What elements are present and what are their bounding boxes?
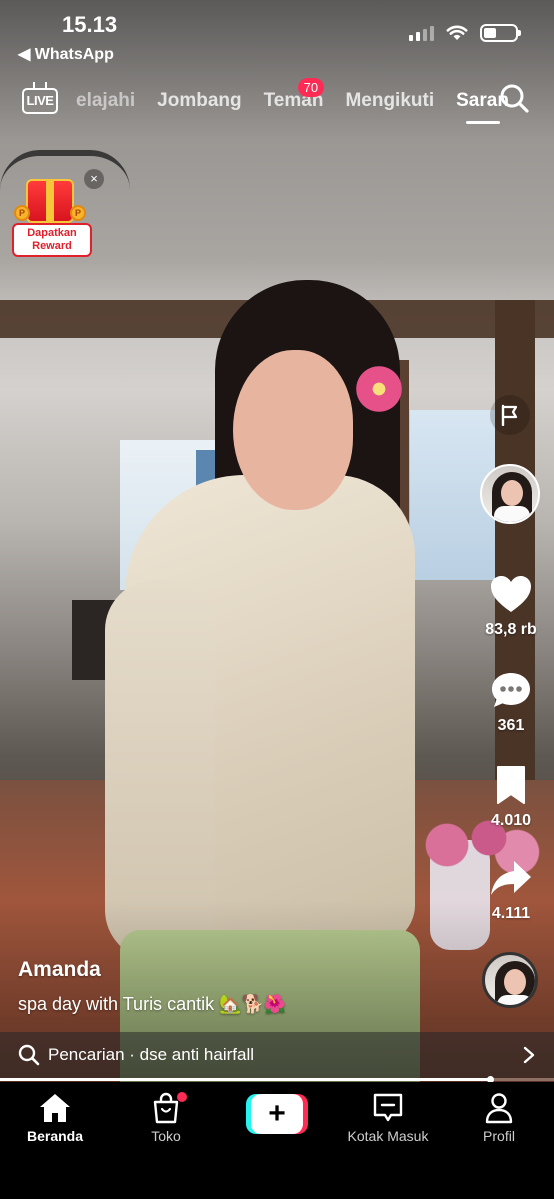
reward-label: Dapatkan Reward xyxy=(12,223,92,257)
share-count: 4.111 xyxy=(491,905,531,922)
search-icon[interactable] xyxy=(498,82,530,114)
inbox-message-icon xyxy=(373,1093,403,1122)
coin-icon: P xyxy=(70,205,86,221)
notification-dot xyxy=(177,1092,187,1102)
related-search-bar[interactable]: Pencarian · dse anti hairfall xyxy=(0,1032,554,1078)
report-flag-button[interactable] xyxy=(490,395,530,435)
coin-icon: P xyxy=(14,205,30,221)
wifi-icon xyxy=(446,25,468,40)
tab-jombang[interactable]: Jombang xyxy=(157,90,241,112)
bookmark-icon xyxy=(497,766,525,804)
bottom-tab-bar: Beranda Toko + Kotak Masuk Profil xyxy=(0,1082,554,1199)
music-disc-avatar[interactable] xyxy=(482,952,538,1008)
tab-inbox[interactable]: Kotak Masuk xyxy=(333,1090,443,1144)
tab-inbox-label: Kotak Masuk xyxy=(347,1128,429,1144)
avatar-body xyxy=(494,506,530,522)
tab-teman[interactable]: Teman 70 xyxy=(264,78,325,112)
cellular-signal-icon xyxy=(409,25,434,41)
home-icon xyxy=(40,1094,70,1122)
plus-icon: + xyxy=(251,1094,303,1134)
profile-icon xyxy=(485,1093,513,1124)
tab-mengikuti[interactable]: Mengikuti xyxy=(345,90,434,112)
tab-profile[interactable]: Profil xyxy=(444,1090,554,1144)
tab-home[interactable]: Beranda xyxy=(0,1090,110,1144)
tab-jelajahi[interactable]: elajahi xyxy=(76,90,135,112)
share-button[interactable]: 4.111 xyxy=(480,858,542,923)
related-search-text: Pencarian · dse anti hairfall xyxy=(48,1045,255,1064)
reward-widget[interactable]: P P Dapatkan Reward × xyxy=(8,169,104,259)
tab-label: Jombang xyxy=(157,90,242,111)
live-icon: LIVE xyxy=(22,88,58,114)
tab-shop-label: Toko xyxy=(151,1128,181,1144)
bookmark-count: 4.010 xyxy=(490,812,532,829)
post-caption[interactable]: spa day with Turis cantik 🏡🐕🌺 xyxy=(18,994,286,1015)
subject-hair-flower xyxy=(350,360,408,418)
reward-label-line1: Dapatkan xyxy=(27,227,77,239)
top-nav-tabs: elajahi Jombang Teman 70 Mengikuti Saran xyxy=(76,78,509,116)
subject-face xyxy=(233,350,353,510)
status-time: 15.13 xyxy=(62,12,118,37)
tab-shop[interactable]: Toko xyxy=(111,1090,221,1144)
heart-icon xyxy=(491,576,531,612)
comment-button[interactable]: 361 xyxy=(480,670,542,735)
create-post-button[interactable]: + xyxy=(246,1094,308,1134)
gift-icon xyxy=(26,179,74,223)
search-icon xyxy=(18,1044,40,1066)
live-button[interactable]: LIVE xyxy=(22,82,58,114)
video-progress-bar[interactable] xyxy=(0,1076,554,1083)
close-icon[interactable]: × xyxy=(84,169,104,189)
reward-label-line2: Reward xyxy=(32,240,72,252)
video-progress-fill xyxy=(0,1078,491,1081)
back-to-app-link[interactable]: ◀ WhatsApp xyxy=(18,44,114,64)
bookmark-button[interactable]: 4.010 xyxy=(480,765,542,830)
tab-label: elajahi xyxy=(76,90,136,111)
comment-count: 361 xyxy=(497,717,525,734)
creator-username[interactable]: Amanda xyxy=(18,958,101,982)
like-count: 83,8 rb xyxy=(485,621,537,638)
like-button[interactable]: 83,8 rb xyxy=(480,574,542,639)
tab-profile-label: Profil xyxy=(483,1128,515,1144)
flag-icon xyxy=(501,404,518,426)
tab-label: Mengikuti xyxy=(345,90,435,111)
avatar-face xyxy=(504,969,526,995)
chevron-right-icon xyxy=(523,1046,535,1064)
status-icons xyxy=(409,24,521,42)
creator-avatar[interactable] xyxy=(480,464,540,524)
video-player[interactable] xyxy=(0,0,554,1082)
comment-icon xyxy=(492,673,530,707)
avatar-face xyxy=(501,480,523,506)
battery-icon xyxy=(480,24,521,42)
share-icon xyxy=(491,861,531,895)
tab-home-label: Beranda xyxy=(26,1128,84,1144)
notification-badge: 70 xyxy=(297,78,325,97)
